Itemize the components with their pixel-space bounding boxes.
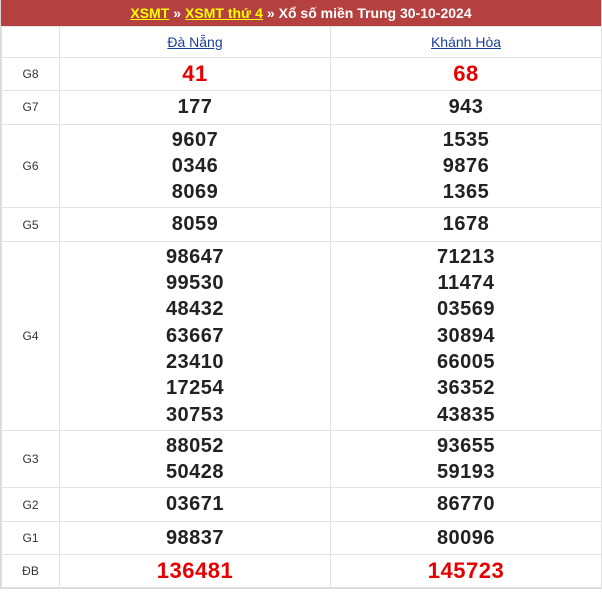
prize-number: 68 [453,61,479,86]
prize-number: 30753 [165,403,225,426]
prize-cell: 1678 [330,207,602,242]
prize-number: 9876 [442,154,490,177]
prize-number: 1678 [442,213,490,236]
prize-label: G3 [1,429,60,489]
prize-cell: 8059 [59,207,331,242]
prize-label: G2 [1,487,60,522]
province-header-row: Đà Nẵng Khánh Hòa [1,26,602,58]
breadcrumb-separator: » [173,5,182,21]
prize-number: 93655 [436,434,496,457]
prize-number: 71213 [436,245,496,268]
prize-row-g3: G3 88052 50428 93655 59193 [1,429,602,489]
prize-number: 8069 [171,181,219,204]
prize-number: 63667 [165,324,225,347]
breadcrumb: XSMT» XSMT thứ 4» Xổ số miền Trung 30-10-2… [1,0,601,26]
prize-row-đb: ĐB 136481 145723 [1,554,602,589]
prize-number: 17254 [165,377,225,400]
prize-number: 41 [182,61,208,86]
prize-row-g2: G2 03671 86770 [1,487,602,522]
prize-row-g1: G1 98837 80096 [1,520,602,556]
prize-number: 36352 [436,377,496,400]
prize-number: 0346 [171,154,219,177]
prize-number: 98837 [165,526,225,549]
prize-cell: 177 [59,90,331,125]
prize-number: 80096 [436,526,496,549]
prize-number: 30894 [436,324,496,347]
prize-number: 177 [177,96,213,119]
breadcrumb-separator: » [266,5,275,21]
prize-number: 145723 [427,558,505,584]
prize-number: 03671 [165,493,225,516]
prize-number: 03569 [436,298,496,321]
prize-cell: 98837 [59,520,331,556]
page-title: Xổ số miền Trung 30-10-2024 [278,5,472,21]
prize-number: 59193 [436,461,496,484]
prize-number: 43835 [436,403,496,426]
results-panel: XSMT» XSMT thứ 4» Xổ số miền Trung 30-10-2… [0,0,602,590]
prize-number: 48432 [165,298,225,321]
prize-number: 98647 [165,245,225,268]
prize-number: 1535 [442,128,490,151]
province-cell: Khánh Hòa [330,26,602,58]
prize-label: G4 [1,240,60,431]
prize-number: 99530 [165,272,225,295]
prize-row-g7: G7 177 943 [1,90,602,125]
prize-number: 943 [448,96,484,119]
prize-row-g6: G6 9607 0346 8069 1535 9876 1365 [1,123,602,209]
prize-row-g8: G8 41 68 [1,56,602,92]
prize-number: 23410 [165,350,225,373]
prize-cell: 88052 50428 [59,429,331,489]
prize-number: 9607 [171,128,219,151]
prize-label: G7 [1,90,60,125]
province-cell: Đà Nẵng [59,26,331,58]
prize-number: 11474 [437,272,495,295]
prize-label: G6 [1,123,60,209]
prize-number: 136481 [156,558,234,584]
prize-number: 50428 [165,461,225,484]
breadcrumb-link-xsmt-thu-4[interactable]: XSMT thứ 4 [185,5,263,21]
prize-cell: 03671 [59,487,331,522]
prize-number: 8059 [171,213,219,236]
prize-cell: 98647 99530 48432 63667 23410 17254 30753 [59,240,331,431]
prize-label: G1 [1,520,60,556]
prize-number: 1365 [442,181,490,204]
prize-row-g4: G4 98647 99530 48432 63667 23410 17254 30753 712… [1,240,602,431]
prize-label: G5 [1,207,60,242]
prize-cell: 943 [330,90,602,125]
prize-label: ĐB [1,554,60,589]
prize-cell: 80096 [330,520,602,556]
corner-cell [1,26,60,58]
breadcrumb-link-xsmt[interactable]: XSMT [130,5,169,21]
prize-cell: 145723 [330,554,602,589]
prize-cell: 41 [59,56,331,92]
prize-number: 88052 [165,434,225,457]
results-table: Đà Nẵng Khánh Hòa G8 41 68 G7 177 943 G6 9607 03… [1,26,602,589]
prize-cell: 1535 9876 1365 [330,123,602,209]
prize-cell: 68 [330,56,602,92]
province-link-da-nang[interactable]: Đà Nẵng [167,34,222,50]
prize-cell: 86770 [330,487,602,522]
prize-cell: 9607 0346 8069 [59,123,331,209]
prize-label: G8 [1,56,60,92]
province-link-khanh-hoa[interactable]: Khánh Hòa [431,34,501,50]
prize-cell: 93655 59193 [330,429,602,489]
prize-number: 66005 [436,350,496,373]
prize-number: 86770 [436,493,496,516]
prize-cell: 71213 11474 03569 30894 66005 36352 43835 [330,240,602,431]
prize-row-g5: G5 8059 1678 [1,207,602,242]
prize-cell: 136481 [59,554,331,589]
